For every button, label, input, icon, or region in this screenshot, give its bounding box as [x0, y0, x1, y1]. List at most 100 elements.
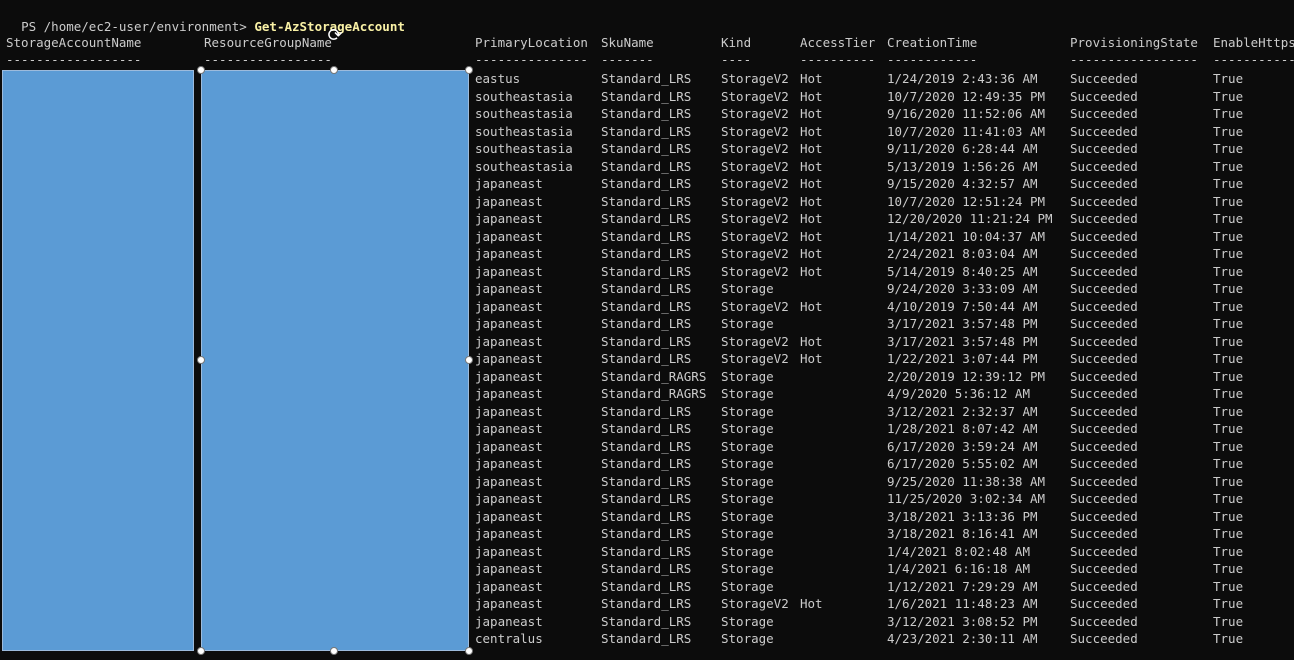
cell-creation-time: 3/12/2021 3:08:52 PM [887, 613, 1038, 629]
cell-creation-time: 4/10/2019 7:50:44 AM [887, 298, 1038, 314]
cell-primary-location: japaneast [475, 193, 543, 209]
resize-handle-bottom-left[interactable] [197, 647, 205, 655]
cell-primary-location: japaneast [475, 438, 543, 454]
resize-handle-top-left[interactable] [197, 66, 205, 74]
cell-creation-time: 1/4/2021 6:16:18 AM [887, 561, 1030, 576]
redaction-resource-group-names[interactable] [201, 70, 469, 651]
cell-primary-location: japaneast [475, 333, 543, 349]
cell-enable-https: True [1213, 263, 1244, 279]
cell-creation-time: 12/20/2020 11:21:24 PM [887, 211, 1053, 226]
cell-kind: StorageV2 [721, 596, 789, 611]
cell-primary-location: japaneast [475, 613, 543, 629]
cell-enable-https: True [1213, 368, 1244, 384]
cell-provisioning-state: Succeeded [1070, 316, 1138, 331]
cell-provisioning-state: Succeeded [1070, 141, 1138, 156]
cell-primary-location: japaneast [475, 228, 543, 244]
cell-creation-time: 3/17/2021 3:57:48 PM [887, 333, 1038, 349]
cell-kind: Storage [721, 456, 774, 471]
cell-enable-https: True [1213, 298, 1244, 314]
cell-primary-location: japaneast [475, 316, 543, 331]
underline-primary-location: --------------- [475, 52, 588, 67]
cell-creation-time: 1/28/2021 8:07:42 AM [887, 421, 1038, 436]
cell-creation-time: 4/9/2020 5:36:12 AM [887, 386, 1030, 401]
cell-provisioning-state: Succeeded [1070, 88, 1138, 104]
header-primary-location: PrimaryLocation [475, 35, 588, 50]
cell-enable-https: True [1213, 351, 1244, 366]
resize-handle-bottom-right[interactable] [465, 647, 473, 655]
cell-creation-time: 10/7/2020 12:49:35 PM [887, 88, 1046, 104]
cell-enable-https: True [1213, 158, 1244, 174]
cell-kind: StorageV2 [721, 228, 789, 244]
cell-primary-location: japaneast [475, 421, 543, 436]
cell-sku-name: Standard_LRS [601, 246, 692, 261]
cell-provisioning-state: Succeeded [1070, 403, 1138, 419]
resize-handle-bottom[interactable] [330, 647, 338, 655]
cell-creation-time: 2/20/2019 12:39:12 PM [887, 368, 1046, 384]
cell-sku-name: Standard_LRS [601, 438, 692, 454]
cell-enable-https: True [1213, 228, 1244, 244]
resize-handle-left[interactable] [197, 356, 205, 364]
prompt-line[interactable]: PS /home/ec2-user/environment> Get-AzSto… [6, 0, 405, 34]
cell-provisioning-state: Succeeded [1070, 543, 1138, 559]
cell-access-tier: Hot [800, 106, 823, 121]
cell-sku-name: Standard_LRS [601, 316, 692, 331]
cell-kind: Storage [721, 368, 774, 384]
cell-primary-location: japaneast [475, 491, 543, 506]
cell-sku-name: Standard_LRS [601, 123, 692, 139]
cell-kind: Storage [721, 386, 774, 401]
cell-creation-time: 3/12/2021 2:32:37 AM [887, 403, 1038, 419]
cell-provisioning-state: Succeeded [1070, 246, 1138, 261]
cell-enable-https: True [1213, 543, 1244, 559]
cell-creation-time: 3/18/2021 3:13:36 PM [887, 508, 1038, 524]
resize-handle-top[interactable] [330, 66, 338, 74]
cell-sku-name: Standard_LRS [601, 298, 692, 314]
cell-enable-https: True [1213, 193, 1244, 209]
cell-kind: StorageV2 [721, 193, 789, 209]
cell-creation-time: 1/4/2021 8:02:48 AM [887, 543, 1030, 559]
cell-enable-https: True [1213, 631, 1244, 646]
underline-provisioning-state: ----------------- [1070, 52, 1198, 67]
prompt-path: PS /home/ec2-user/environment> [21, 18, 247, 34]
cell-primary-location: japaneast [475, 281, 543, 296]
underline-storage-account-name: ------------------ [6, 52, 142, 67]
cell-primary-location: japaneast [475, 473, 543, 489]
cell-kind: Storage [721, 508, 774, 524]
cell-creation-time: 3/18/2021 8:16:41 AM [887, 526, 1038, 541]
cell-access-tier: Hot [800, 176, 823, 191]
resize-handle-top-right[interactable] [465, 66, 473, 74]
cell-access-tier: Hot [800, 351, 823, 366]
cell-enable-https: True [1213, 316, 1244, 331]
cell-sku-name: Standard_LRS [601, 106, 692, 121]
cell-sku-name: Standard_LRS [601, 421, 692, 436]
cell-provisioning-state: Succeeded [1070, 176, 1138, 191]
redaction-storage-account-names [2, 70, 194, 651]
cell-sku-name: Standard_LRS [601, 228, 692, 244]
cell-primary-location: southeastasia [475, 158, 573, 174]
cell-creation-time: 11/25/2020 3:02:34 AM [887, 491, 1046, 506]
cell-kind: Storage [721, 613, 774, 629]
cell-provisioning-state: Succeeded [1070, 526, 1138, 541]
cell-primary-location: japaneast [475, 403, 543, 419]
cell-access-tier: Hot [800, 228, 823, 244]
cell-kind: StorageV2 [721, 246, 789, 261]
cell-kind: Storage [721, 421, 774, 436]
cell-sku-name: Standard_LRS [601, 211, 692, 226]
rotate-icon[interactable]: ⟳ [326, 27, 344, 45]
cell-enable-https: True [1213, 596, 1244, 611]
cell-kind: Storage [721, 526, 774, 541]
cell-creation-time: 4/23/2021 2:30:11 AM [887, 631, 1038, 646]
cell-enable-https: True [1213, 526, 1244, 541]
header-provisioning-state: ProvisioningState [1070, 35, 1198, 50]
underline-kind: ---- [721, 52, 752, 67]
cell-provisioning-state: Succeeded [1070, 596, 1138, 611]
cell-creation-time: 9/25/2020 11:38:38 AM [887, 473, 1046, 489]
cell-kind: Storage [721, 561, 774, 576]
cell-sku-name: Standard_RAGRS [601, 368, 707, 384]
cell-kind: StorageV2 [721, 263, 789, 279]
cell-kind: Storage [721, 578, 774, 594]
cell-kind: Storage [721, 281, 774, 296]
cell-provisioning-state: Succeeded [1070, 631, 1138, 646]
cell-primary-location: japaneast [475, 456, 543, 471]
cell-kind: Storage [721, 491, 774, 506]
resize-handle-right[interactable] [465, 356, 473, 364]
